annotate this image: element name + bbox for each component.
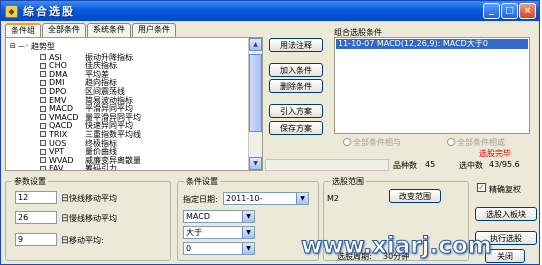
condition-tree[interactable]: ⊟ —◦ 趋势型 ASI 振动升降指标 CHO 佳庆指标 DMA 平均差 DMI 趋向指标 DP… <box>5 37 263 171</box>
tree-scrollbar[interactable]: ▲ ▼ <box>248 38 262 170</box>
range-value: M2 <box>327 194 339 203</box>
radio-and[interactable] <box>343 138 351 146</box>
combo-list[interactable]: 11-10-07 MACD(12,26,9): MACD大于0 <box>334 37 530 134</box>
radio-or-label: 全部条件相或 <box>457 138 505 147</box>
status-text: 选股完毕 <box>479 149 511 158</box>
value-value: 0 <box>186 244 192 253</box>
tree-item-name: 筹码引力 <box>85 164 117 171</box>
chevron-down-icon[interactable]: ▼ <box>242 211 254 222</box>
indicator-node-icon <box>40 140 46 146</box>
maximize-button[interactable]: □ <box>501 3 518 19</box>
add-condition-button[interactable]: 加入条件 <box>269 63 323 77</box>
tab-user-conditions[interactable]: 用户条件 <box>132 23 176 37</box>
rights-checkbox[interactable]: ✓ <box>477 183 486 192</box>
date-select[interactable]: 2011-10- ▼ <box>223 192 309 205</box>
add-to-block-button[interactable]: 选股入板块 <box>475 207 537 221</box>
chevron-down-icon[interactable]: ▼ <box>296 193 308 204</box>
params-title: 参数设置 <box>12 176 48 187</box>
hit-label: 选中数 <box>459 161 483 170</box>
scroll-up-icon[interactable]: ▲ <box>249 38 262 51</box>
tree-item[interactable]: FAV 筹码引力 <box>40 164 117 171</box>
param-signal-label: 日移动平均: <box>61 236 104 245</box>
indicator-node-icon <box>40 54 46 60</box>
indicator-node-icon <box>40 71 46 78</box>
window-title: 综合选股 <box>23 5 75 18</box>
app-icon: ◆ <box>5 4 18 18</box>
indicator-node-icon <box>40 97 46 103</box>
param-fast-label: 日快线移动平均 <box>61 194 117 203</box>
indicator-node-icon <box>40 131 46 138</box>
indicator-node-icon <box>40 105 46 112</box>
main-window: ◆ 综合选股 _ □ × 条件组 全部条件 系统条件 用户条件 ⊟ —◦ 趋势型… <box>0 0 540 265</box>
hit-value: 43/95.6 <box>489 160 520 169</box>
condition-tabs: 条件组 全部条件 系统条件 用户条件 <box>5 23 177 38</box>
indicator-value: MACD <box>186 212 210 221</box>
help-button[interactable]: 用法注释 <box>269 38 323 52</box>
radio-or[interactable] <box>447 138 455 146</box>
expand-icon[interactable]: ⊟ <box>10 42 16 50</box>
date-label: 指定日期: <box>183 195 218 204</box>
conditions-title: 条件设置 <box>184 176 220 187</box>
progress-scroll <box>265 159 389 171</box>
date-value: 2011-10- <box>226 194 263 203</box>
tree-root-label: 趋势型 <box>31 41 56 51</box>
operator-select[interactable]: 大于 ▼ <box>183 226 255 239</box>
tree-item-code: FAV <box>49 164 64 171</box>
indicator-node-icon <box>40 122 46 129</box>
title-bar: ◆ 综合选股 _ □ × <box>1 1 539 21</box>
param-signal-input[interactable]: 9 <box>15 233 57 246</box>
import-scheme-button[interactable]: 引入方案 <box>269 104 323 118</box>
chevron-down-icon[interactable]: ▼ <box>242 227 254 238</box>
scroll-thumb[interactable] <box>249 54 262 132</box>
count-label: 品种数 <box>393 161 417 170</box>
tab-system-conditions[interactable]: 系统条件 <box>87 23 131 37</box>
value-select[interactable]: 0 ▼ <box>183 242 255 255</box>
chevron-down-icon[interactable]: ▼ <box>242 243 254 254</box>
tab-condition-group[interactable]: 条件组 <box>5 23 41 38</box>
watermark: www.xiarj.com <box>301 233 493 260</box>
modify-range-button[interactable]: 改变范围 <box>389 189 441 203</box>
delete-condition-button[interactable]: 删除条件 <box>269 79 323 93</box>
indicator-node-icon <box>40 62 46 69</box>
save-scheme-button[interactable]: 保存方案 <box>269 121 323 135</box>
tree-root[interactable]: ⊟ —◦ 趋势型 <box>10 41 55 51</box>
indicator-node-icon <box>40 88 46 95</box>
param-slow-input[interactable]: 26 <box>15 211 57 224</box>
close-window-button[interactable]: × <box>519 3 536 19</box>
connector-icon: —◦ <box>17 42 30 50</box>
combo-item[interactable]: 11-10-07 MACD(12,26,9): MACD大于0 <box>336 39 528 49</box>
rights-label: 精确复权 <box>489 185 521 194</box>
indicator-node-icon <box>40 157 46 164</box>
tab-all-conditions[interactable]: 全部条件 <box>42 23 86 37</box>
indicator-node-icon <box>40 79 46 86</box>
radio-and-label: 全部条件相与 <box>353 138 401 147</box>
operator-value: 大于 <box>186 228 202 237</box>
param-fast-input[interactable]: 12 <box>15 191 57 204</box>
indicator-select[interactable]: MACD ▼ <box>183 210 255 223</box>
indicator-node-icon <box>40 148 46 155</box>
indicator-node-icon <box>40 114 46 121</box>
minimize-button[interactable]: _ <box>483 3 500 19</box>
scroll-down-icon[interactable]: ▼ <box>249 157 262 170</box>
range-title: 选股范围 <box>330 176 366 187</box>
count-value: 45 <box>425 160 436 169</box>
indicator-node-icon <box>40 165 46 170</box>
param-slow-label: 日慢线移动平均 <box>61 214 117 223</box>
